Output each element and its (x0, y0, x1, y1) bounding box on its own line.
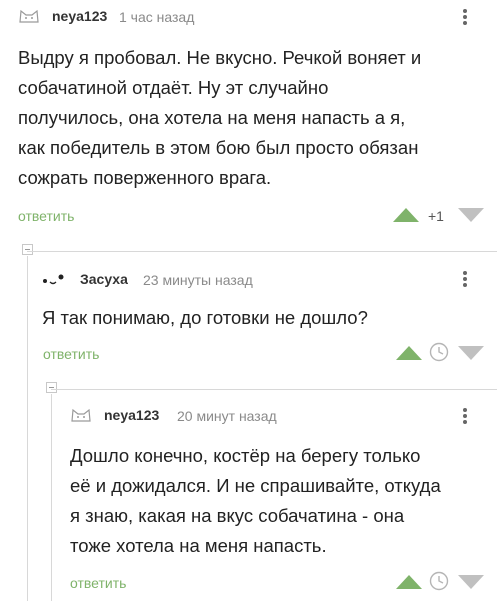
comment-text: Я так понимаю, до готовки не дошло? (42, 307, 368, 328)
vote-up-icon[interactable] (393, 208, 419, 222)
clock-icon (429, 571, 449, 591)
collapse-thread-icon[interactable] (46, 382, 57, 393)
comment-author[interactable]: neya123 (52, 8, 107, 24)
thread-line (27, 256, 28, 601)
thread-line (51, 394, 52, 601)
comment-time: 20 минут назад (177, 408, 277, 424)
more-options-icon[interactable] (459, 8, 471, 26)
more-options-icon[interactable] (459, 407, 471, 425)
clock-icon (429, 342, 449, 362)
vote-up-icon[interactable] (396, 575, 422, 589)
cat-avatar-icon[interactable] (70, 407, 92, 423)
cat-avatar-icon[interactable] (18, 8, 40, 24)
face-avatar-icon[interactable] (42, 271, 64, 287)
vote-up-icon[interactable] (396, 346, 422, 360)
rating-value: +1 (428, 208, 444, 224)
comment-author[interactable]: neya123 (104, 407, 159, 423)
vote-down-icon[interactable] (458, 346, 484, 360)
more-options-icon[interactable] (459, 270, 471, 288)
comment-author[interactable]: Засуха (80, 271, 128, 287)
comment-text: Дошло конечно, костёр на берегу только е… (70, 445, 441, 556)
comment-text: Выдру я пробовал. Не вкусно. Речкой воня… (18, 47, 422, 188)
reply-button[interactable]: ответить (43, 346, 99, 362)
vote-down-icon[interactable] (458, 575, 484, 589)
thread-divider (27, 251, 497, 252)
reply-button[interactable]: ответить (70, 575, 126, 591)
reply-button[interactable]: ответить (18, 208, 74, 224)
collapse-thread-icon[interactable] (22, 244, 33, 255)
comment-time: 1 час назад (119, 9, 195, 25)
thread-divider (51, 389, 497, 390)
vote-down-icon[interactable] (458, 208, 484, 222)
comment-time: 23 минуты назад (143, 272, 253, 288)
